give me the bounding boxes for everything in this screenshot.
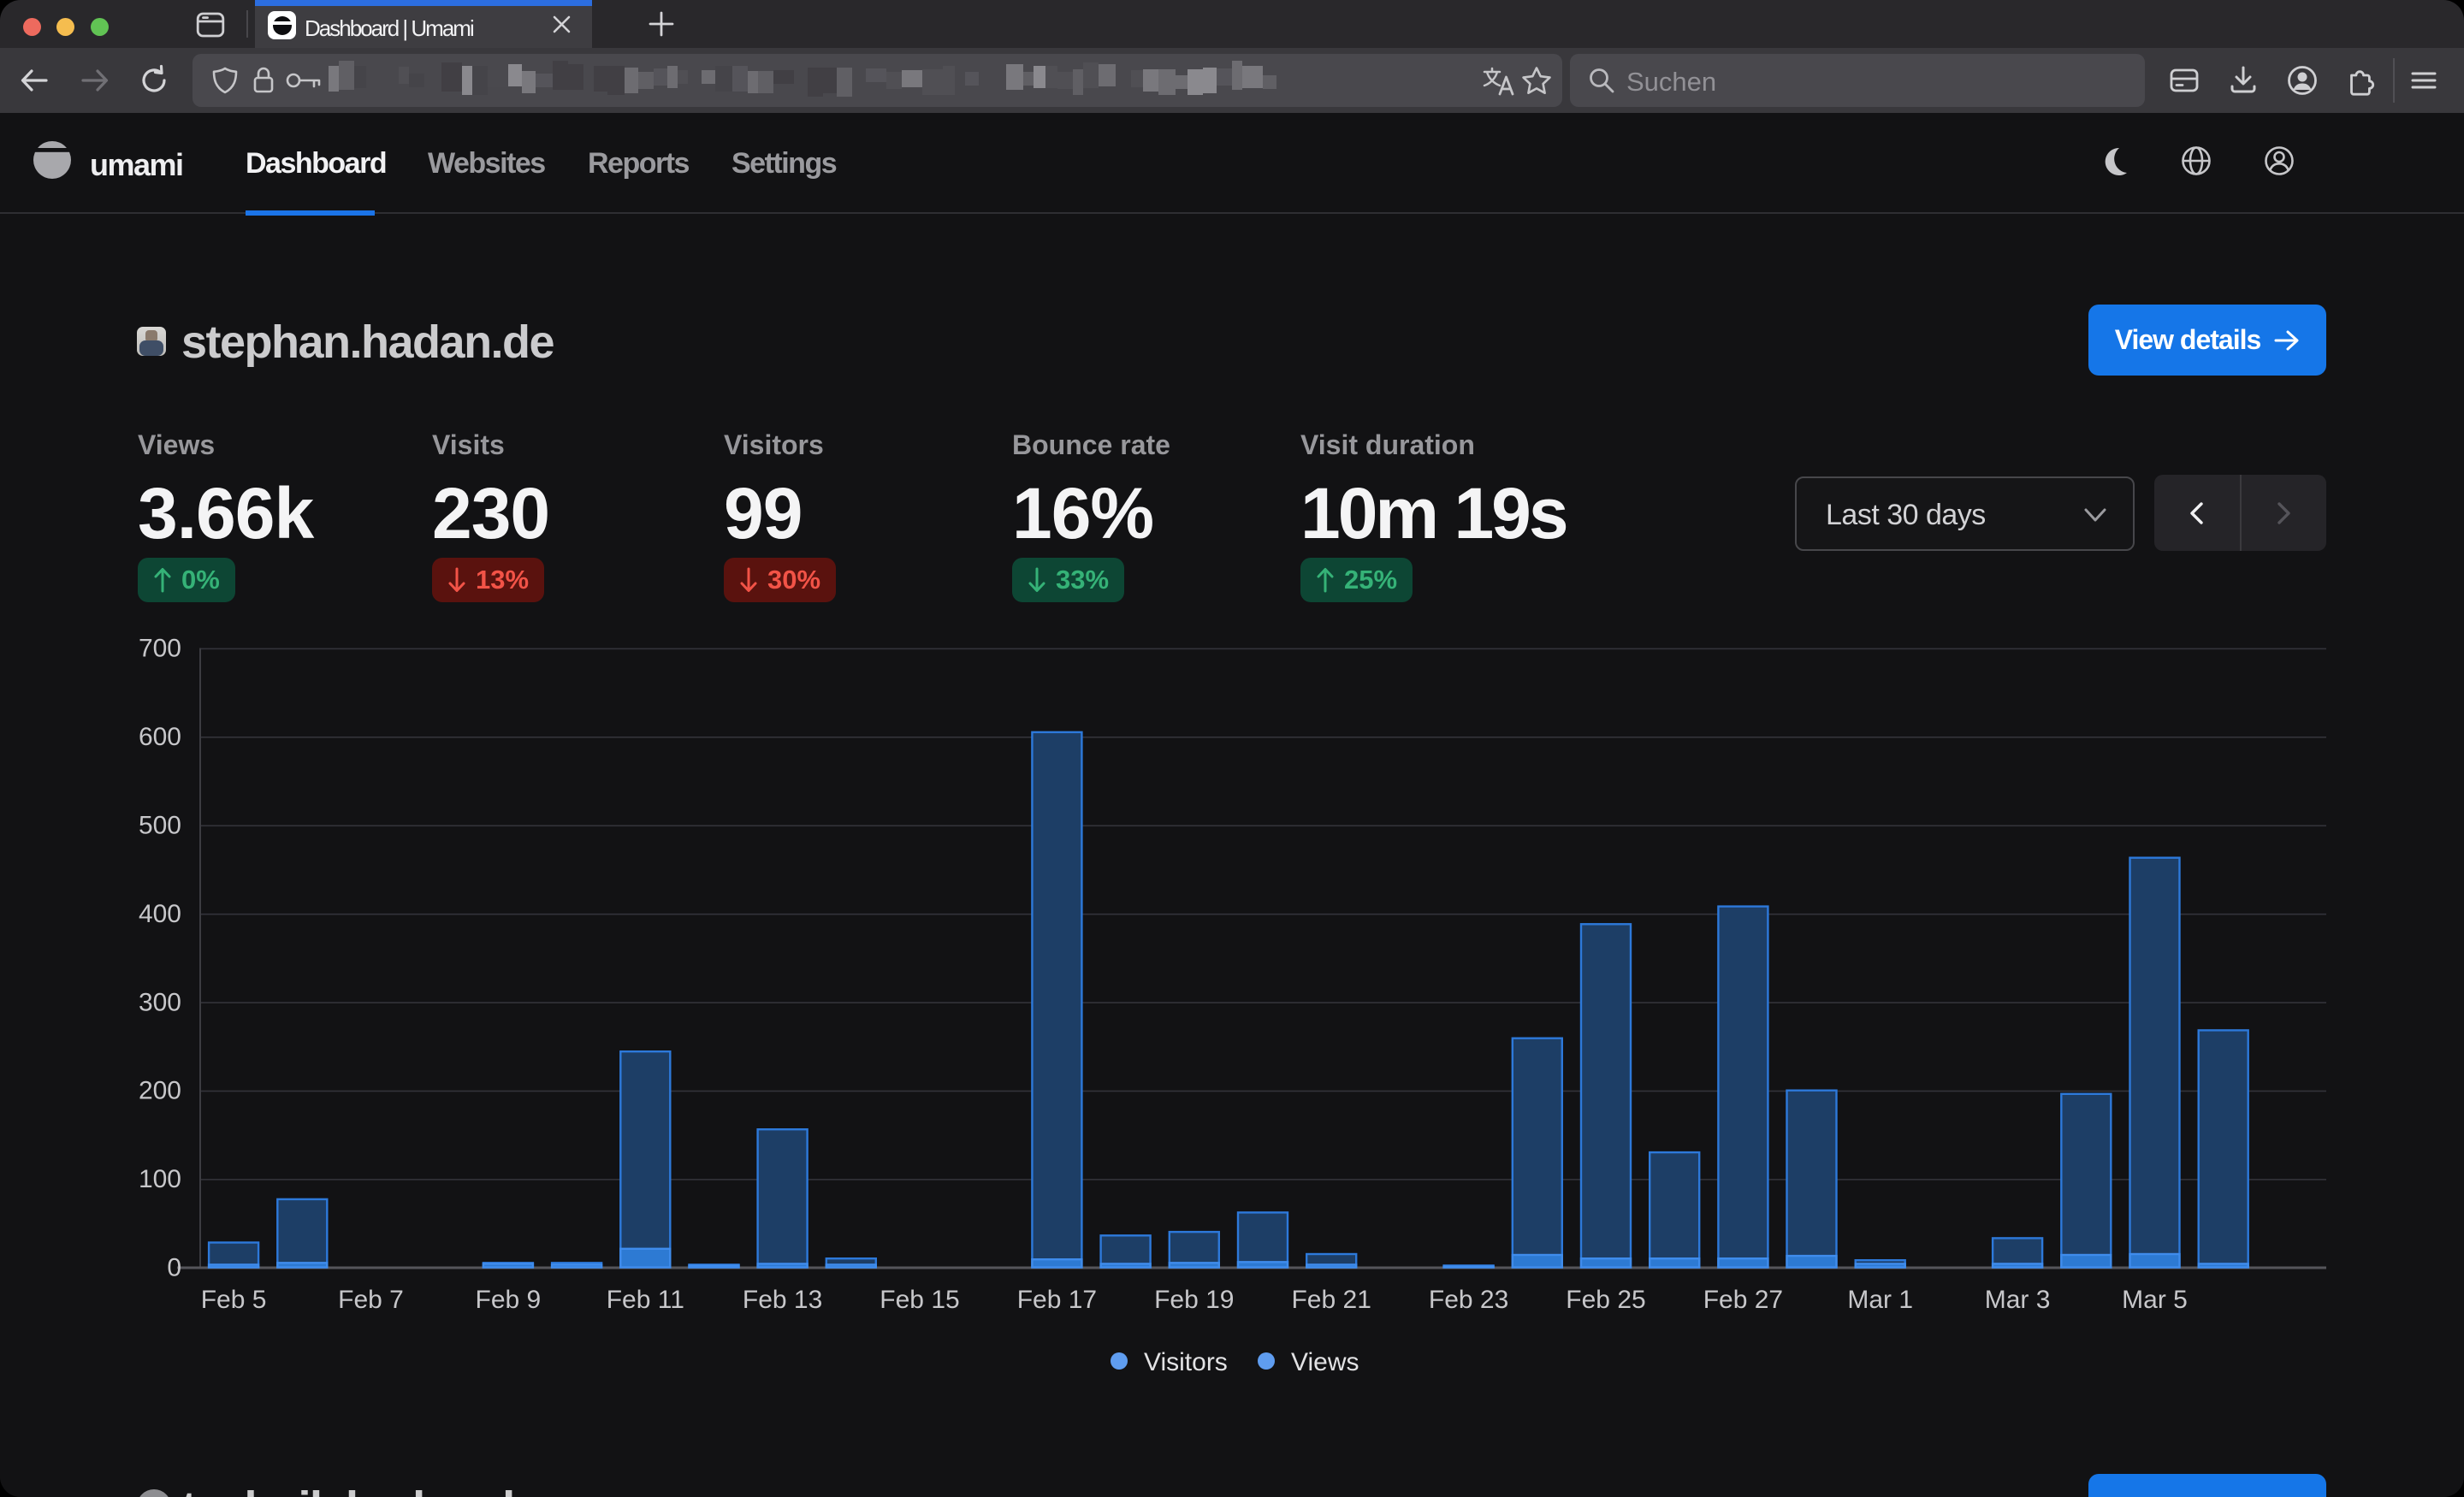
svg-text:100: 100 bbox=[139, 1165, 181, 1193]
svg-text:400: 400 bbox=[139, 900, 181, 928]
svg-text:Feb 9: Feb 9 bbox=[476, 1286, 542, 1314]
svg-text:Mar 5: Mar 5 bbox=[2122, 1286, 2188, 1314]
svg-text:500: 500 bbox=[139, 812, 181, 840]
svg-text:Feb 7: Feb 7 bbox=[338, 1286, 404, 1314]
svg-text:700: 700 bbox=[139, 635, 181, 663]
svg-text:0: 0 bbox=[167, 1254, 181, 1282]
svg-text:Feb 19: Feb 19 bbox=[1154, 1286, 1234, 1314]
svg-text:Feb 21: Feb 21 bbox=[1291, 1286, 1371, 1314]
svg-text:600: 600 bbox=[139, 723, 181, 751]
svg-text:Visitors: Visitors bbox=[1144, 1348, 1228, 1376]
svg-text:300: 300 bbox=[139, 988, 181, 1016]
svg-text:Feb 27: Feb 27 bbox=[1703, 1286, 1783, 1314]
svg-text:200: 200 bbox=[139, 1077, 181, 1105]
svg-text:Feb 25: Feb 25 bbox=[1566, 1286, 1645, 1314]
svg-text:Mar 1: Mar 1 bbox=[1847, 1286, 1913, 1314]
svg-text:Feb 13: Feb 13 bbox=[743, 1286, 822, 1314]
svg-text:Feb 23: Feb 23 bbox=[1429, 1286, 1508, 1314]
svg-text:Feb 17: Feb 17 bbox=[1017, 1286, 1097, 1314]
svg-text:Mar 3: Mar 3 bbox=[1985, 1286, 2051, 1314]
svg-text:Feb 15: Feb 15 bbox=[880, 1286, 959, 1314]
svg-text:Feb 5: Feb 5 bbox=[201, 1286, 267, 1314]
svg-text:Feb 11: Feb 11 bbox=[607, 1286, 684, 1314]
svg-text:Views: Views bbox=[1291, 1348, 1359, 1376]
